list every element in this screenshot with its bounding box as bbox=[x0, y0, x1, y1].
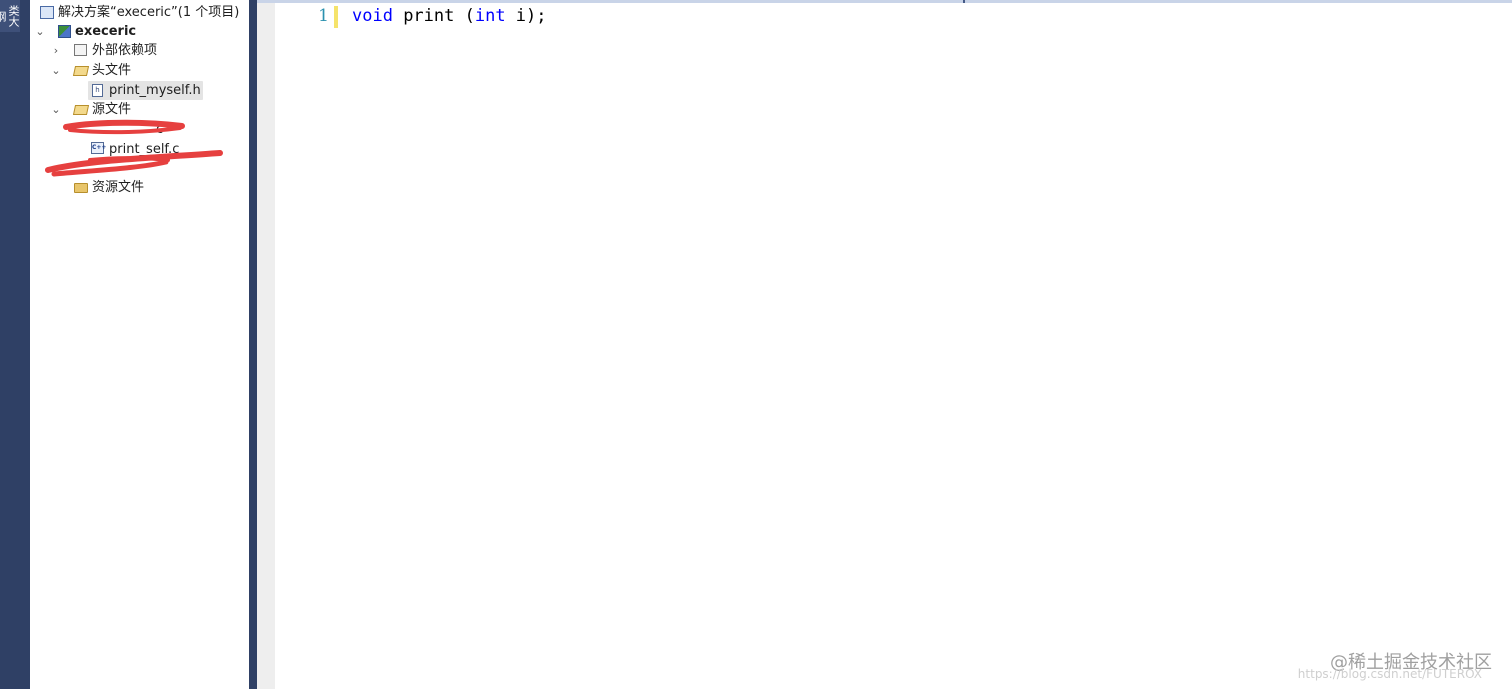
sources-folder-label: 源文件 bbox=[92, 102, 132, 117]
editor-gutter bbox=[257, 3, 275, 689]
code-text-1: print ( bbox=[392, 6, 475, 26]
redacted-file-label: c bbox=[156, 122, 164, 137]
header-file-icon: h bbox=[92, 84, 103, 97]
folder-icon bbox=[74, 183, 88, 193]
folder-open-icon bbox=[72, 105, 90, 115]
solution-explorer: 解决方案“execeric”(1 个项目) ⌄ execeric › 外部依赖项… bbox=[30, 0, 249, 689]
folder-open-icon bbox=[72, 66, 90, 76]
chevron-down-icon[interactable]: ⌄ bbox=[50, 61, 62, 80]
chevron-right-icon[interactable]: › bbox=[50, 41, 62, 60]
code-line-1[interactable]: void print (int i); bbox=[352, 6, 547, 26]
dependencies-icon bbox=[74, 44, 87, 56]
code-editor[interactable]: 1 void print (int i); bbox=[257, 0, 1512, 689]
line-number: 1 bbox=[318, 6, 329, 26]
keyword-int: int bbox=[474, 6, 506, 26]
resources-folder-label: 资源文件 bbox=[92, 180, 145, 195]
project-label: execeric bbox=[75, 24, 137, 39]
external-deps-label: 外部依赖项 bbox=[92, 43, 158, 58]
change-indicator bbox=[334, 6, 338, 28]
header-file-label: print_myself.h bbox=[109, 83, 201, 98]
code-text-2: i); bbox=[505, 6, 547, 26]
solution-icon bbox=[40, 6, 54, 19]
cpp-file-icon: C++ bbox=[91, 142, 106, 154]
project-icon bbox=[58, 25, 71, 38]
editor-top-border bbox=[257, 0, 1512, 3]
class-outline-tab[interactable]: 类大纲 bbox=[0, 0, 20, 32]
solution-label: 解决方案“execeric”(1 个项目) bbox=[58, 5, 240, 20]
left-dock-strip: 类大纲 bbox=[0, 0, 30, 689]
editor-top-marker bbox=[963, 0, 965, 3]
watermark-url: https://blog.csdn.net/FUTEROX bbox=[1297, 667, 1482, 681]
headers-folder-label: 头文件 bbox=[92, 63, 132, 78]
panel-splitter[interactable] bbox=[249, 0, 257, 689]
ide-window: 类大纲 解决方案“execeric”(1 个项目) ⌄ execeric › 外… bbox=[0, 0, 1512, 689]
source-file-label: print_self.c bbox=[109, 142, 180, 157]
chevron-down-icon[interactable]: ⌄ bbox=[34, 22, 46, 41]
chevron-down-icon[interactable]: ⌄ bbox=[50, 100, 62, 119]
keyword-void: void bbox=[352, 6, 393, 26]
